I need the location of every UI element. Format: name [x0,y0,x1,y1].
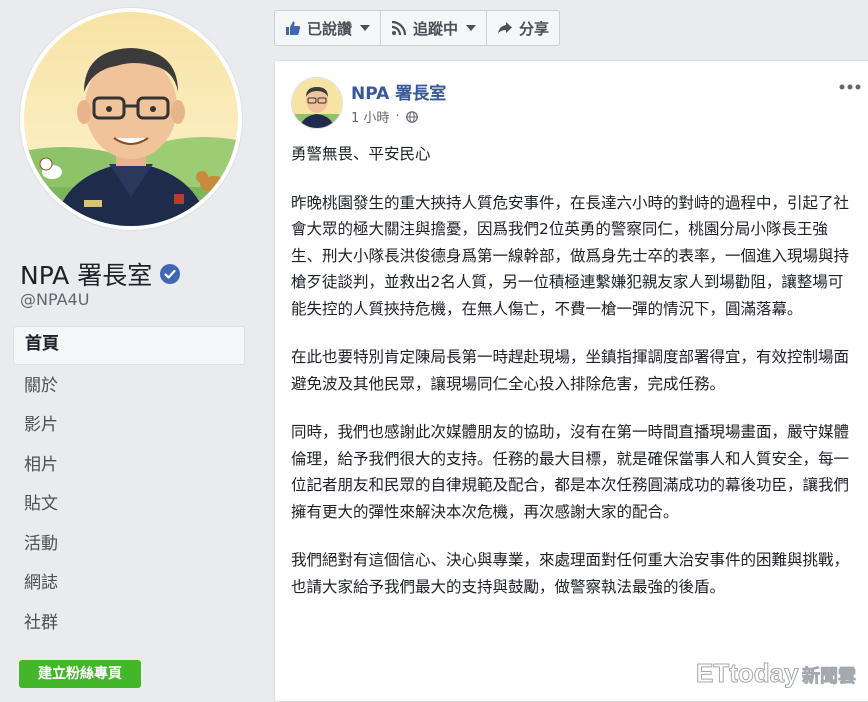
post-paragraph: 在此也要特別肯定陳局長第一時趕赴現場，坐鎮指揮調度部署得宜，有效控制場面避免波及… [291,348,850,393]
page-action-bar: 已說讚 追蹤中 分享 [274,10,561,46]
share-button[interactable]: 分享 [487,11,559,45]
post-paragraph: 昨晚桃園發生的重大挾持人質危安事件，在長達六小時的對峙的過程中，引起了社會大眾的… [291,193,850,318]
rss-follow-icon [391,20,407,36]
nav-item-community[interactable]: 社群 [13,605,245,642]
share-label: 分享 [519,19,550,38]
page-sidebar: NPA 署長室 @NPA4U 首頁 關於 影片 相片 貼文 活動 網誌 社群 建… [0,0,260,693]
post-paragraph: 我們絕對有這個信心、決心與專業，來處理面對任何重大治安事件的困難與挑戰，也請大家… [291,551,850,596]
post-author-name[interactable]: NPA 署長室 [351,79,446,104]
police-cartoon-avatar-small [292,78,342,128]
create-page-button[interactable]: 建立粉絲專頁 [19,660,141,688]
page-handle[interactable]: @NPA4U [20,290,89,309]
following-label: 追蹤中 [413,19,459,38]
page-nav: 首頁 關於 影片 相片 貼文 活動 網誌 社群 [13,326,245,644]
nav-item-photos[interactable]: 相片 [13,447,245,484]
nav-item-videos[interactable]: 影片 [13,407,245,444]
share-arrow-icon [498,22,513,34]
page-title: NPA 署長室 [20,256,181,292]
post-author-avatar[interactable] [291,77,343,129]
ettoday-watermark-logo: ETtoday 新聞雲 [696,658,857,689]
svg-text:ETtoday: ETtoday [696,658,799,688]
nav-item-events[interactable]: 活動 [13,526,245,563]
nav-item-posts[interactable]: 貼文 [13,486,245,523]
chevron-down-icon [360,25,371,31]
verified-badge-icon [160,264,181,284]
globe-icon [405,110,418,123]
post-text: 勇警無畏、平安民心 昨晚桃園發生的重大挾持人質危安事件，在長達六小時的對峙的過程… [291,141,857,622]
thumbs-up-icon [286,21,301,35]
liked-label: 已說讚 [307,19,353,38]
police-cartoon-avatar [24,12,238,226]
nav-item-about[interactable]: 關於 [13,368,245,405]
liked-button[interactable]: 已說讚 [275,11,382,45]
page-profile-picture[interactable] [20,8,242,230]
post-meta: 1 小時 · [351,107,418,126]
svg-text:新聞雲: 新聞雲 [802,665,856,687]
page-name-text: NPA 署長室 [20,261,153,290]
following-button[interactable]: 追蹤中 [381,11,488,45]
chevron-down-icon [466,25,477,31]
more-options-icon[interactable] [839,83,861,91]
post-timestamp[interactable]: 1 小時 [351,107,389,126]
nav-item-home[interactable]: 首頁 [13,326,245,365]
post-paragraph: 勇警無畏、平安民心 [291,145,431,163]
nav-item-notes[interactable]: 網誌 [13,565,245,602]
post-paragraph: 同時，我們也感謝此次媒體朋友的協助，沒有在第一時間直播現場畫面，嚴守媒體倫理，給… [291,423,850,521]
post-card: NPA 署長室 1 小時 · 勇警無畏、平安民心 昨晚桃園發生的重大挾持人質危安… [274,60,868,702]
meta-separator: · [395,109,400,124]
